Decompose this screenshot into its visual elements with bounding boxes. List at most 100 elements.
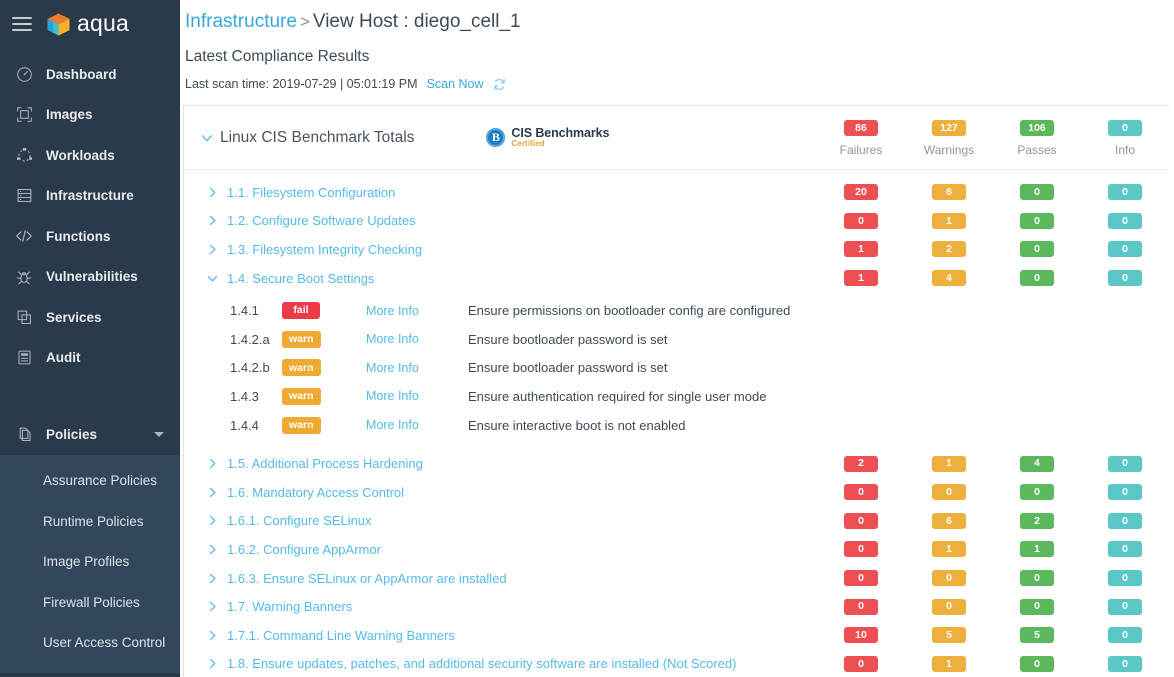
chevron-right-icon[interactable] (204, 599, 220, 615)
more-info-link[interactable]: More Info (366, 389, 468, 403)
benchmark-row-count-info: 0 (1081, 570, 1169, 587)
sidebar-item-label: Infrastructure (46, 188, 134, 204)
benchmark-row-label[interactable]: 1.5. Additional Process Hardening (227, 456, 423, 471)
benchmark-row[interactable]: 1.6. Mandatory Access Control 0 0 0 0 (184, 478, 1169, 507)
totals-column-failures: 86 Failures (817, 118, 905, 157)
sidebar-item-dashboard[interactable]: Dashboard (0, 54, 180, 95)
chevron-right-icon[interactable] (204, 627, 220, 643)
benchmark-subrow: 1.4.4 warn More Info Ensure interactive boo… (184, 411, 1169, 440)
chevron-right-icon[interactable] (204, 541, 220, 557)
sidebar-subitem-firewall-policies[interactable]: Firewall Policies (0, 582, 180, 623)
benchmark-row[interactable]: 1.5. Additional Process Hardening 2 1 4 0 (184, 449, 1169, 478)
benchmark-row-label[interactable]: 1.3. Filesystem Integrity Checking (227, 242, 422, 257)
chevron-down-icon[interactable] (198, 129, 216, 147)
subrow-id: 1.4.3 (230, 388, 259, 404)
chevron-right-icon[interactable] (204, 656, 220, 672)
count-badge-info: 0 (1108, 627, 1142, 644)
benchmark-row-counts: 0 0 0 0 (817, 570, 1169, 587)
scan-now-button[interactable]: Scan Now (427, 76, 484, 92)
benchmark-row[interactable]: 1.6.3. Ensure SELinux or AppArmor are in… (184, 564, 1169, 593)
benchmark-row-count-info: 0 (1081, 212, 1169, 229)
subrow-status-cell: fail (282, 302, 366, 320)
sidebar-subitem-image-profiles[interactable]: Image Profiles (0, 542, 180, 583)
count-badge-warn: 1 (932, 655, 966, 672)
chevron-right-icon[interactable] (204, 241, 220, 257)
sidebar-item-policies[interactable]: Policies (0, 414, 180, 455)
sidebar-item-images[interactable]: Images (0, 95, 180, 136)
breadcrumb-link-infrastructure[interactable]: Infrastructure (185, 11, 297, 32)
benchmark-row[interactable]: 1.8. Ensure updates, patches, and additi… (184, 650, 1169, 677)
benchmark-row-counts: 0 6 2 0 (817, 512, 1169, 529)
sidebar-subitem-runtime-policies[interactable]: Runtime Policies (0, 501, 180, 542)
benchmark-row-count-info: 0 (1081, 455, 1169, 472)
benchmark-subrow: 1.4.2.a warn More Info Ensure bootloader pa… (184, 325, 1169, 354)
sidebar-item-label: Images (46, 107, 93, 123)
more-info-link[interactable]: More Info (366, 332, 468, 346)
count-badge-info: 0 (1108, 212, 1142, 229)
chevron-right-icon[interactable] (204, 213, 220, 229)
more-info-link[interactable]: More Info (366, 418, 468, 432)
benchmark-row-count-pass: 0 (993, 598, 1081, 615)
sidebar-item-functions[interactable]: Functions (0, 216, 180, 257)
sidebar-subitem-assurance-policies[interactable]: Assurance Policies (0, 461, 180, 502)
benchmark-row[interactable]: 1.1. Filesystem Configuration 20 6 0 0 (184, 178, 1169, 207)
benchmark-row-count-fail: 20 (817, 184, 905, 201)
sidebar-item-infrastructure[interactable]: Infrastructure (0, 176, 180, 217)
benchmark-row-label[interactable]: 1.7. Warning Banners (227, 599, 352, 614)
status-badge: warn (282, 416, 321, 434)
more-info-link[interactable]: More Info (366, 304, 468, 318)
benchmark-row-label[interactable]: 1.6.2. Configure AppArmor (227, 542, 381, 557)
chevron-right-icon[interactable] (204, 484, 220, 500)
benchmark-row[interactable]: 1.4. Secure Boot Settings 1 4 0 0 (184, 264, 1169, 293)
benchmark-row-label[interactable]: 1.2. Configure Software Updates (227, 213, 416, 228)
sidebar-subitem-user-access-control[interactable]: User Access Control (0, 623, 180, 664)
chevron-right-icon[interactable] (204, 456, 220, 472)
benchmark-row-label[interactable]: 1.6. Mandatory Access Control (227, 485, 404, 500)
subrow-description: Ensure interactive boot is not enabled (468, 417, 686, 433)
benchmark-row[interactable]: 1.2. Configure Software Updates 0 1 0 0 (184, 207, 1169, 236)
sidebar-item-vulnerabilities[interactable]: Vulnerabilities (0, 257, 180, 298)
count-badge-fail: 0 (844, 212, 878, 229)
status-badge: warn (282, 330, 321, 348)
benchmark-row-label[interactable]: 1.4. Secure Boot Settings (227, 271, 374, 286)
benchmark-totals-header[interactable]: Linux CIS Benchmark Totals B CIS Benchma… (184, 106, 1169, 170)
chevron-right-icon[interactable] (204, 513, 220, 529)
benchmark-row[interactable]: 1.7.1. Command Line Warning Banners 10 5 5 0 (184, 621, 1169, 650)
totals-column-passes: 106 Passes (993, 118, 1081, 157)
count-badge-fail: 2 (844, 455, 878, 472)
caret-down-icon (154, 431, 164, 437)
page-header: Infrastructure > View Host : diego_cell_1 … (180, 0, 1174, 92)
more-info-link[interactable]: More Info (366, 361, 468, 375)
sidebar-item-audit[interactable]: Audit (0, 338, 180, 379)
benchmark-row-count-fail: 0 (817, 512, 905, 529)
benchmark-row-label[interactable]: 1.1. Filesystem Configuration (227, 185, 395, 200)
benchmark-row-label[interactable]: 1.6.3. Ensure SELinux or AppArmor are in… (227, 571, 507, 586)
aqua-logo[interactable]: aqua (46, 11, 129, 37)
count-badge-fail: 0 (844, 484, 878, 501)
chevron-right-icon[interactable] (204, 184, 220, 200)
chevron-down-icon[interactable] (204, 270, 220, 286)
benchmark-row-count-fail: 0 (817, 484, 905, 501)
count-badge-warn: 1 (932, 212, 966, 229)
benchmark-row-label[interactable]: 1.7.1. Command Line Warning Banners (227, 628, 455, 643)
sidebar-item-workloads[interactable]: Workloads (0, 135, 180, 176)
sidebar-item-services[interactable]: Services (0, 297, 180, 338)
benchmark-row[interactable]: 1.6.1. Configure SELinux 0 6 2 0 (184, 507, 1169, 536)
refresh-icon[interactable] (492, 77, 507, 92)
benchmark-row-counts: 0 0 0 0 (817, 598, 1169, 615)
benchmark-row-label[interactable]: 1.6.1. Configure SELinux (227, 513, 372, 528)
subrow-description: Ensure bootloader password is set (468, 331, 668, 347)
count-badge-pass: 0 (1020, 270, 1054, 287)
copy-layers-icon (13, 307, 35, 327)
totals-column-warnings: 127 Warnings (905, 118, 993, 157)
benchmark-row[interactable]: 1.7. Warning Banners 0 0 0 0 (184, 592, 1169, 621)
clipboard-icon (13, 348, 35, 368)
count-badge-info: 0 (1108, 512, 1142, 529)
count-badge-warn: 0 (932, 484, 966, 501)
benchmark-row-label[interactable]: 1.8. Ensure updates, patches, and additi… (227, 656, 736, 671)
benchmark-row[interactable]: 1.3. Filesystem Integrity Checking 1 2 0 0 (184, 235, 1169, 264)
hamburger-icon[interactable] (12, 17, 32, 31)
benchmark-row[interactable]: 1.6.2. Configure AppArmor 0 1 1 0 (184, 535, 1169, 564)
chevron-right-icon[interactable] (204, 570, 220, 586)
